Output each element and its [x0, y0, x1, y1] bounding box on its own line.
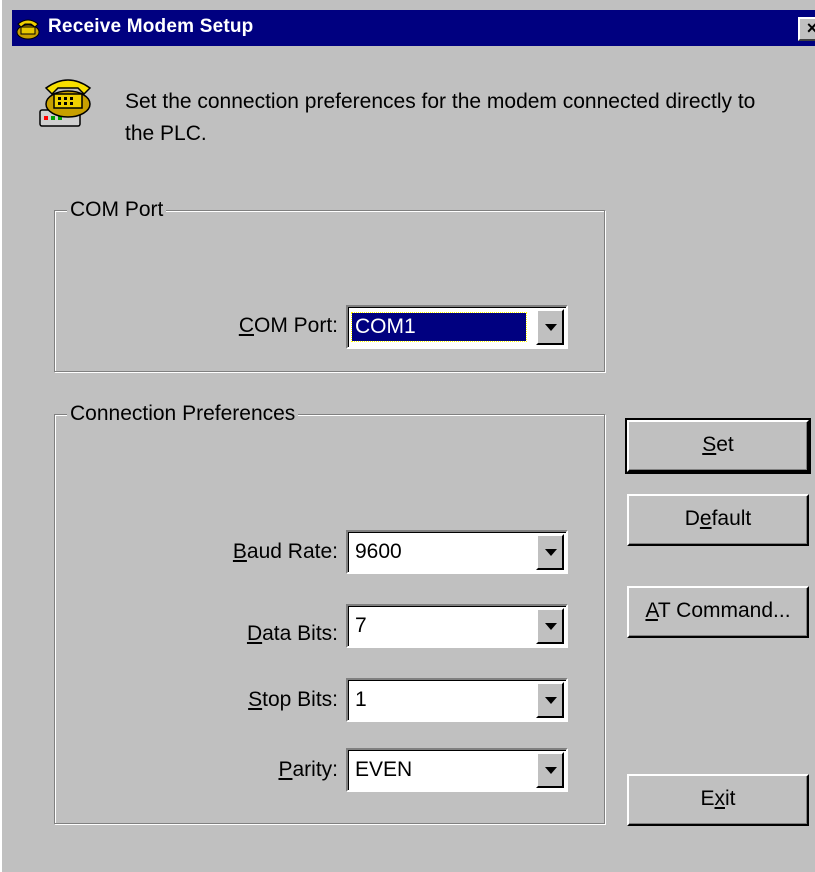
stop-bits-label: Stop Bits:: [248, 688, 338, 711]
telephone-modem-icon: [39, 79, 92, 127]
receive-modem-setup-dialog: Receive Modem Setup × Set the connection…: [0, 0, 815, 872]
stop-bits-value: 1: [355, 688, 367, 711]
window-title: Receive Modem Setup: [48, 16, 254, 37]
parity-value: EVEN: [355, 758, 413, 781]
close-button[interactable]: ×: [798, 17, 815, 41]
baud-rate-label: Baud Rate:: [232, 540, 338, 563]
data-bits-value: 7: [355, 614, 367, 637]
baud-rate-select[interactable]: 9600: [346, 530, 568, 574]
com-port-value: COM1: [351, 312, 527, 342]
chevron-down-icon: [545, 549, 557, 556]
chevron-down-icon: [545, 324, 557, 331]
telephone-icon: [16, 19, 40, 40]
stop-bits-select[interactable]: 1: [346, 678, 568, 722]
com-port-label: COM Port:: [238, 314, 338, 337]
connection-preferences-group-legend: Connection Preferences: [67, 401, 299, 427]
data-bits-dropdown-button[interactable]: [536, 608, 564, 644]
title-bar: Receive Modem Setup ×: [12, 10, 815, 46]
chevron-down-icon: [545, 697, 557, 704]
chevron-down-icon: [545, 623, 557, 630]
stop-bits-dropdown-button[interactable]: [536, 682, 564, 718]
baud-rate-dropdown-button[interactable]: [536, 534, 564, 570]
intro-text: Set the connection preferences for the m…: [125, 90, 756, 145]
set-button[interactable]: Set: [625, 418, 811, 474]
default-button[interactable]: Default: [627, 494, 809, 546]
parity-select[interactable]: EVEN: [346, 748, 568, 792]
data-bits-label: Data Bits:: [246, 622, 338, 645]
com-port-group-legend: COM Port: [67, 197, 167, 223]
parity-label: Parity:: [278, 758, 338, 781]
at-command-button[interactable]: AT Command...: [627, 586, 809, 638]
chevron-down-icon: [545, 767, 557, 774]
com-port-select[interactable]: COM1: [346, 305, 568, 349]
exit-button[interactable]: Exit: [627, 774, 809, 826]
data-bits-select[interactable]: 7: [346, 604, 568, 648]
parity-dropdown-button[interactable]: [536, 752, 564, 788]
com-port-dropdown-button[interactable]: [536, 309, 564, 345]
baud-rate-value: 9600: [355, 540, 402, 563]
